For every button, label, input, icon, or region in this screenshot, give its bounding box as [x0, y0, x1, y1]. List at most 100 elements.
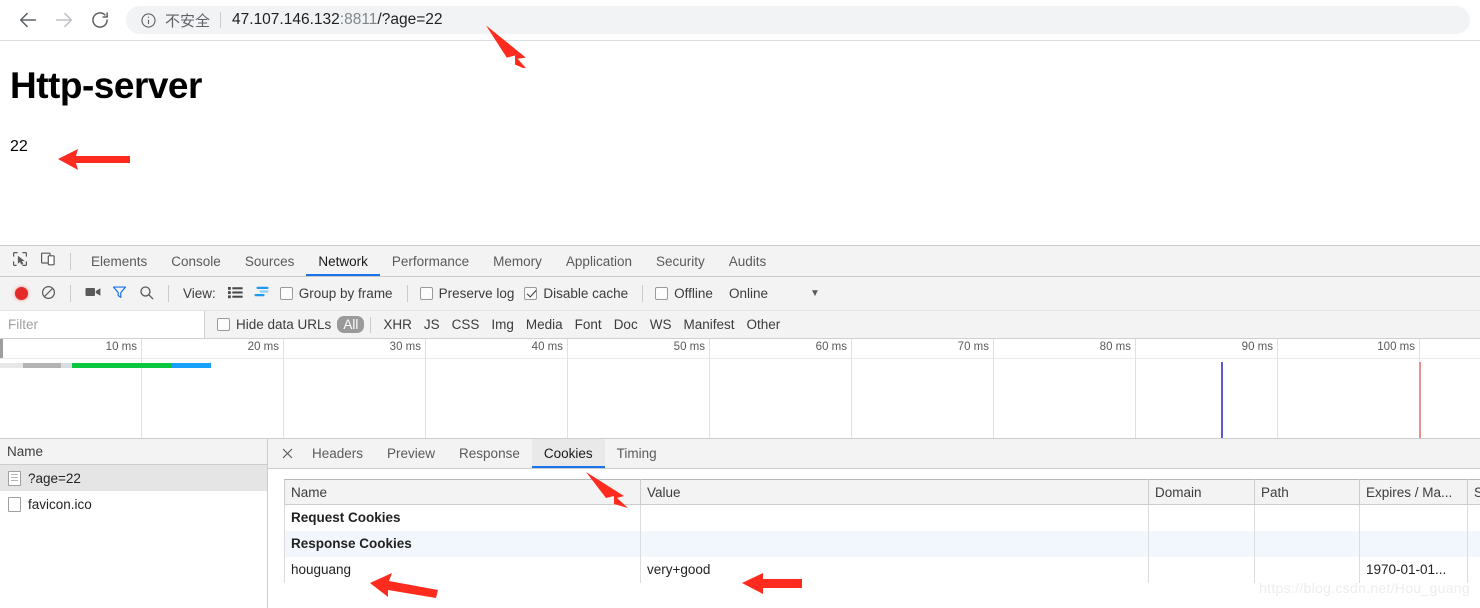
column-header-name[interactable]: Name — [284, 479, 641, 505]
page-title: Http-server — [10, 65, 202, 106]
url-path: /?age=22 — [377, 11, 443, 28]
filter-type-img[interactable]: Img — [485, 316, 520, 333]
tab-application[interactable]: Application — [554, 246, 644, 276]
screenshot-button[interactable] — [79, 281, 106, 307]
filter-type-media[interactable]: Media — [520, 316, 569, 333]
filter-type-font[interactable]: Font — [569, 316, 608, 333]
network-overview-timeline[interactable]: 10 ms 20 ms 30 ms 40 ms 50 ms 60 ms 70 ms 80 ms… — [0, 339, 1480, 439]
cookie-value: very+good — [640, 556, 1149, 583]
request-list: Name ?age=22 favicon.ico — [0, 439, 268, 608]
list-view-button[interactable] — [222, 281, 249, 307]
preserve-log-option[interactable]: Preserve log — [419, 286, 515, 301]
address-bar[interactable]: 不安全 47.107.146.132:8811/?age=22 — [126, 6, 1470, 34]
filter-type-ws[interactable]: WS — [644, 316, 678, 333]
tab-sources[interactable]: Sources — [233, 246, 307, 276]
column-header-value[interactable]: Value — [640, 479, 1149, 505]
forward-button[interactable] — [46, 2, 82, 38]
cookie-expires — [1359, 504, 1468, 531]
filter-type-doc[interactable]: Doc — [608, 316, 644, 333]
overview-event-line-dom-content-loaded — [1221, 362, 1223, 438]
forward-arrow-icon — [53, 9, 75, 31]
overview-bar-segment-waiting — [61, 363, 72, 368]
omnibox-divider — [220, 12, 222, 28]
cookie-name: houguang — [284, 556, 641, 583]
offline-option[interactable]: Offline — [655, 286, 713, 301]
close-icon — [282, 446, 293, 462]
info-circle-icon[interactable] — [140, 12, 157, 29]
cookie-domain — [1148, 530, 1255, 557]
browser-toolbar: 不安全 47.107.146.132:8811/?age=22 — [0, 0, 1480, 40]
detail-tab-timing[interactable]: Timing — [605, 439, 669, 468]
inspect-element-icon — [12, 251, 28, 272]
back-button[interactable] — [10, 2, 46, 38]
view-label: View: — [183, 286, 216, 301]
tab-console[interactable]: Console — [159, 246, 233, 276]
column-header-expires[interactable]: Expires / Ma... — [1359, 479, 1468, 505]
detail-tabbar: Headers Preview Response Cookies Timing — [268, 439, 1480, 469]
filter-type-manifest[interactable]: Manifest — [677, 316, 740, 333]
disable-cache-checkbox[interactable] — [524, 287, 538, 300]
device-toolbar-button[interactable] — [34, 248, 62, 274]
column-header-domain[interactable]: Domain — [1148, 479, 1255, 505]
security-status-label: 不安全 — [165, 12, 211, 30]
cookie-expires — [1359, 530, 1468, 557]
page-body-text: 22 — [10, 138, 28, 155]
group-by-frame-option[interactable]: Group by frame — [279, 286, 393, 301]
detail-tab-response[interactable]: Response — [447, 439, 532, 468]
filter-type-css[interactable]: CSS — [446, 316, 486, 333]
chevron-down-icon[interactable]: ▼ — [810, 288, 820, 299]
reload-button[interactable] — [82, 2, 118, 38]
hide-data-urls-checkbox[interactable] — [217, 318, 230, 331]
filter-input[interactable] — [0, 311, 205, 338]
preserve-log-checkbox[interactable] — [419, 287, 433, 300]
preserve-log-label: Preserve log — [438, 286, 515, 301]
close-detail-button[interactable] — [274, 440, 300, 468]
toolbar-divider-4 — [642, 285, 644, 302]
cookie-size — [1467, 556, 1480, 583]
filter-type-other[interactable]: Other — [740, 316, 786, 333]
search-button[interactable] — [133, 281, 160, 307]
tab-memory[interactable]: Memory — [481, 246, 554, 276]
waterfall-view-icon — [254, 286, 270, 302]
column-header-path[interactable]: Path — [1254, 479, 1360, 505]
filter-toggle-button[interactable] — [106, 281, 133, 307]
filter-type-xhr[interactable]: XHR — [377, 316, 418, 333]
tab-audits[interactable]: Audits — [717, 246, 779, 276]
overview-bar-segment-stalled — [23, 363, 61, 368]
toolbar-divider-2 — [168, 285, 169, 302]
request-row-age[interactable]: ?age=22 — [0, 465, 267, 491]
hide-data-urls-option[interactable]: Hide data URLs — [217, 317, 331, 332]
detail-tab-preview[interactable]: Preview — [375, 439, 447, 468]
url-port: :8811 — [339, 11, 378, 28]
inspect-element-button[interactable] — [6, 248, 34, 274]
clear-button[interactable] — [35, 281, 62, 307]
record-stop-icon — [15, 287, 28, 300]
request-name: ?age=22 — [28, 470, 81, 486]
disable-cache-option[interactable]: Disable cache — [524, 286, 628, 301]
group-by-frame-checkbox[interactable] — [279, 287, 293, 300]
tab-performance[interactable]: Performance — [380, 246, 481, 276]
waterfall-view-button[interactable] — [249, 281, 276, 307]
filter-type-js[interactable]: JS — [418, 316, 446, 333]
request-row-favicon[interactable]: favicon.ico — [0, 491, 267, 517]
request-list-header[interactable]: Name — [0, 439, 267, 465]
group-by-frame-label: Group by frame — [298, 286, 393, 301]
tab-elements[interactable]: Elements — [79, 246, 159, 276]
offline-checkbox[interactable] — [655, 287, 669, 300]
record-button[interactable] — [8, 281, 35, 307]
detail-tab-headers[interactable]: Headers — [300, 439, 375, 468]
throttling-select[interactable]: Online — [729, 286, 768, 301]
column-header-size[interactable]: S — [1467, 479, 1480, 505]
tab-security[interactable]: Security — [644, 246, 717, 276]
tab-network[interactable]: Network — [306, 246, 380, 276]
detail-tab-cookies[interactable]: Cookies — [531, 439, 605, 468]
document-icon — [8, 470, 21, 486]
clear-icon — [41, 285, 56, 303]
cookie-section-label: Response Cookies — [284, 530, 641, 557]
cookie-size — [1467, 530, 1480, 557]
table-row[interactable]: Response Cookies — [284, 530, 1480, 557]
table-row[interactable]: houguang very+good 1970-01-01... — [284, 556, 1480, 583]
filter-type-all[interactable]: All — [337, 316, 365, 333]
table-row[interactable]: Request Cookies — [284, 504, 1480, 531]
overview-bar-segment-content-download — [72, 363, 172, 368]
